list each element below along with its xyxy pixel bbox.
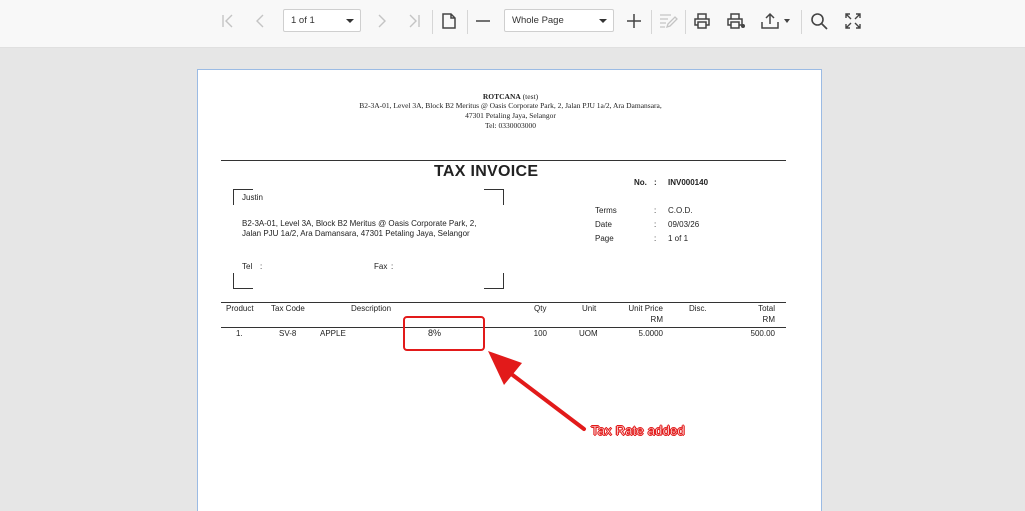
invoice-title: TAX INVOICE (434, 163, 539, 180)
customer-name: Justin (242, 193, 263, 202)
row-qty: 100 (533, 329, 547, 338)
previous-page-icon[interactable] (251, 9, 271, 33)
zoom-mode-value: Whole Page (512, 15, 564, 26)
toolbar-divider (801, 10, 802, 34)
row-tax-code: SV-8 (279, 329, 297, 338)
col-header-product: Product (226, 304, 254, 313)
col-header-disc: Disc. (689, 304, 707, 313)
annotation-arrow (488, 351, 586, 431)
address-box-corner (484, 273, 504, 289)
date-separator: : (654, 220, 657, 229)
page-label: Page (595, 234, 614, 243)
col-header-total: Total (758, 304, 775, 313)
invoice-no-label: No. (634, 178, 647, 187)
chevron-down-icon (599, 19, 607, 23)
edit-fields-icon[interactable] (656, 9, 680, 33)
row-unit-price: 5.0000 (638, 329, 663, 338)
customer-address-line1: B2-3A-01, Level 3A, Block B2 Meritus @ O… (242, 219, 477, 228)
print-page-icon[interactable] (724, 9, 748, 33)
row-unit: UOM (579, 329, 598, 338)
print-icon[interactable] (691, 9, 713, 33)
terms-value: C.O.D. (668, 206, 693, 215)
report-page: ROTCANA (test) B2-3A-01, Level 3A, Block… (197, 69, 822, 511)
first-page-icon[interactable] (218, 9, 238, 33)
col-header-tax-code: Tax Code (271, 304, 305, 313)
row-product: 1. (236, 329, 243, 338)
table-header-border (221, 327, 786, 328)
page-selector-value: 1 of 1 (291, 15, 315, 26)
toolbar-divider (685, 10, 686, 34)
zoom-out-icon[interactable] (473, 9, 493, 33)
toolbar-divider (467, 10, 468, 34)
company-tel: Tel: 0330003000 (485, 121, 536, 130)
invoice-no-value: INV000140 (668, 178, 709, 187)
col-header-qty: Qty (534, 304, 547, 313)
zoom-in-icon[interactable] (624, 9, 644, 33)
page-separator: : (654, 234, 657, 243)
company-name-suffix: (test) (522, 92, 539, 101)
row-total: 500.00 (750, 329, 775, 338)
toolbar-divider (651, 10, 652, 34)
tax-invoice-document: ROTCANA (test) B2-3A-01, Level 3A, Block… (198, 70, 823, 511)
address-box-corner (233, 273, 253, 289)
date-label: Date (595, 220, 612, 229)
col-header-total-currency: RM (762, 315, 775, 324)
export-icon[interactable] (759, 9, 793, 33)
toolbar-divider (432, 10, 433, 34)
address-box-corner (484, 189, 504, 205)
date-value: 09/03/26 (668, 220, 700, 229)
customer-fax-separator: : (391, 262, 394, 271)
terms-separator: : (654, 206, 657, 215)
next-page-icon[interactable] (371, 9, 391, 33)
company-address-line1: B2-3A-01, Level 3A, Block B2 Meritus @ O… (359, 101, 662, 110)
customer-address-line2: Jalan PJU 1a/2, Ara Damansara, 47301 Pet… (242, 229, 470, 238)
single-page-icon[interactable] (438, 9, 460, 33)
tax-rate-highlight-box (403, 316, 485, 351)
page-selector[interactable]: 1 of 1 (283, 9, 361, 32)
report-viewer-toolbar: 1 of 1 Whole Page (0, 0, 1025, 48)
annotation-label: Tax Rate added (591, 423, 685, 438)
col-header-description: Description (351, 304, 392, 313)
col-header-unit-price: Unit Price (628, 304, 663, 313)
fullscreen-icon[interactable] (842, 9, 864, 33)
company-name: ROTCANA (482, 92, 521, 101)
search-icon[interactable] (808, 9, 830, 33)
customer-fax-label: Fax (374, 262, 388, 271)
invoice-no-separator: : (654, 178, 657, 187)
customer-tel-separator: : (260, 262, 263, 271)
row-description: APPLE (320, 329, 346, 338)
table-top-border (221, 302, 786, 303)
company-address-line2: 47301 Petaling Jaya, Selangor (465, 111, 556, 120)
header-divider (221, 160, 786, 161)
col-header-unit: Unit (582, 304, 597, 313)
customer-tel-label: Tel (242, 262, 253, 271)
chevron-down-icon (346, 19, 354, 23)
last-page-icon[interactable] (404, 9, 424, 33)
page-value: 1 of 1 (668, 234, 689, 243)
terms-label: Terms (595, 206, 617, 215)
zoom-mode-select[interactable]: Whole Page (504, 9, 614, 32)
col-header-unit-price-currency: RM (650, 315, 663, 324)
